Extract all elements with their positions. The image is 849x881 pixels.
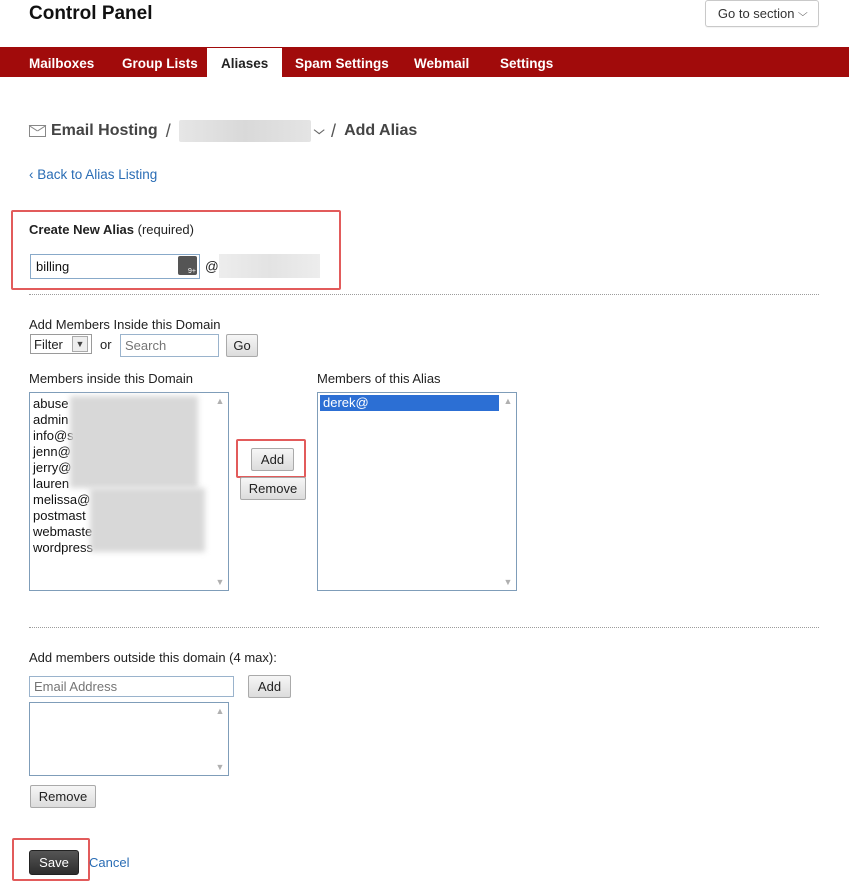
- tab-mailboxes[interactable]: Mailboxes: [15, 47, 108, 77]
- scroll-down-icon[interactable]: ▼: [212, 759, 228, 775]
- scrollbar[interactable]: ▲ ▼: [212, 703, 228, 775]
- breadcrumb-separator: /: [331, 120, 337, 141]
- required-note: (required): [137, 222, 194, 237]
- divider: [29, 627, 819, 628]
- email-address-input[interactable]: [29, 676, 234, 697]
- create-alias-label-row: Create New Alias (required): [29, 222, 194, 237]
- go-to-section-label: Go to section: [717, 6, 795, 21]
- create-alias-label: Create New Alias: [29, 222, 135, 237]
- breadcrumb: Email Hosting / ⌵ / Add Alias: [29, 120, 418, 142]
- add-outside-button[interactable]: Add: [248, 675, 291, 698]
- members-alias-listbox[interactable]: derek@ ▲ ▼: [317, 392, 517, 591]
- go-button[interactable]: Go: [226, 334, 258, 357]
- alias-name-input[interactable]: [30, 254, 200, 279]
- scroll-up-icon[interactable]: ▲: [500, 393, 516, 409]
- scrollbar[interactable]: ▲ ▼: [500, 393, 516, 590]
- add-member-button[interactable]: Add: [251, 448, 294, 471]
- chevron-down-icon[interactable]: ⌵: [313, 125, 324, 138]
- or-label: or: [100, 337, 112, 352]
- breadcrumb-separator: /: [165, 120, 171, 141]
- members-alias-label: Members of this Alias: [317, 371, 441, 386]
- tab-settings[interactable]: Settings: [486, 47, 567, 77]
- scroll-down-icon[interactable]: ▼: [212, 574, 228, 590]
- keyboard-icon[interactable]: [178, 256, 197, 275]
- cancel-link[interactable]: Cancel: [89, 855, 129, 870]
- redaction-overlay: [70, 396, 198, 488]
- breadcrumb-current: Add Alias: [344, 122, 418, 139]
- scrollbar[interactable]: ▲ ▼: [212, 393, 228, 590]
- add-inside-label: Add Members Inside this Domain: [29, 317, 221, 332]
- breadcrumb-root[interactable]: Email Hosting: [51, 122, 158, 140]
- tab-aliases[interactable]: Aliases: [207, 48, 283, 78]
- outside-members-listbox[interactable]: ▲ ▼: [29, 702, 229, 776]
- list-item[interactable]: derek@: [320, 395, 499, 411]
- domain-name-redacted: [219, 254, 320, 278]
- chevron-down-icon: ⌵: [797, 8, 808, 19]
- go-to-section-dropdown[interactable]: Go to section ⌵: [705, 0, 819, 27]
- scroll-up-icon[interactable]: ▲: [212, 393, 228, 409]
- save-button[interactable]: Save: [29, 850, 79, 875]
- scroll-up-icon[interactable]: ▲: [212, 703, 228, 719]
- remove-outside-button[interactable]: Remove: [30, 785, 96, 808]
- tab-spam-settings[interactable]: Spam Settings: [281, 47, 403, 77]
- tab-webmail[interactable]: Webmail: [400, 47, 483, 77]
- domain-selector-redacted[interactable]: [178, 120, 311, 142]
- chevron-down-icon: ▼: [72, 336, 88, 352]
- outside-label: Add members outside this domain (4 max):: [29, 650, 277, 665]
- scroll-down-icon[interactable]: ▼: [500, 574, 516, 590]
- envelope-icon: [29, 125, 46, 137]
- tab-group-lists[interactable]: Group Lists: [108, 47, 212, 77]
- main-nav: Mailboxes Group Lists Aliases Spam Setti…: [0, 47, 849, 78]
- divider: [29, 294, 819, 295]
- back-to-alias-listing-link[interactable]: ‹ Back to Alias Listing: [29, 167, 157, 182]
- search-input[interactable]: [120, 334, 219, 357]
- at-sign: @: [205, 259, 219, 274]
- redaction-overlay: [90, 488, 205, 552]
- filter-select[interactable]: Filter ▼: [30, 334, 92, 354]
- members-inside-label: Members inside this Domain: [29, 371, 194, 386]
- page-title: Control Panel: [29, 3, 153, 24]
- remove-member-button[interactable]: Remove: [240, 477, 306, 500]
- filter-select-value: Filter: [34, 336, 63, 352]
